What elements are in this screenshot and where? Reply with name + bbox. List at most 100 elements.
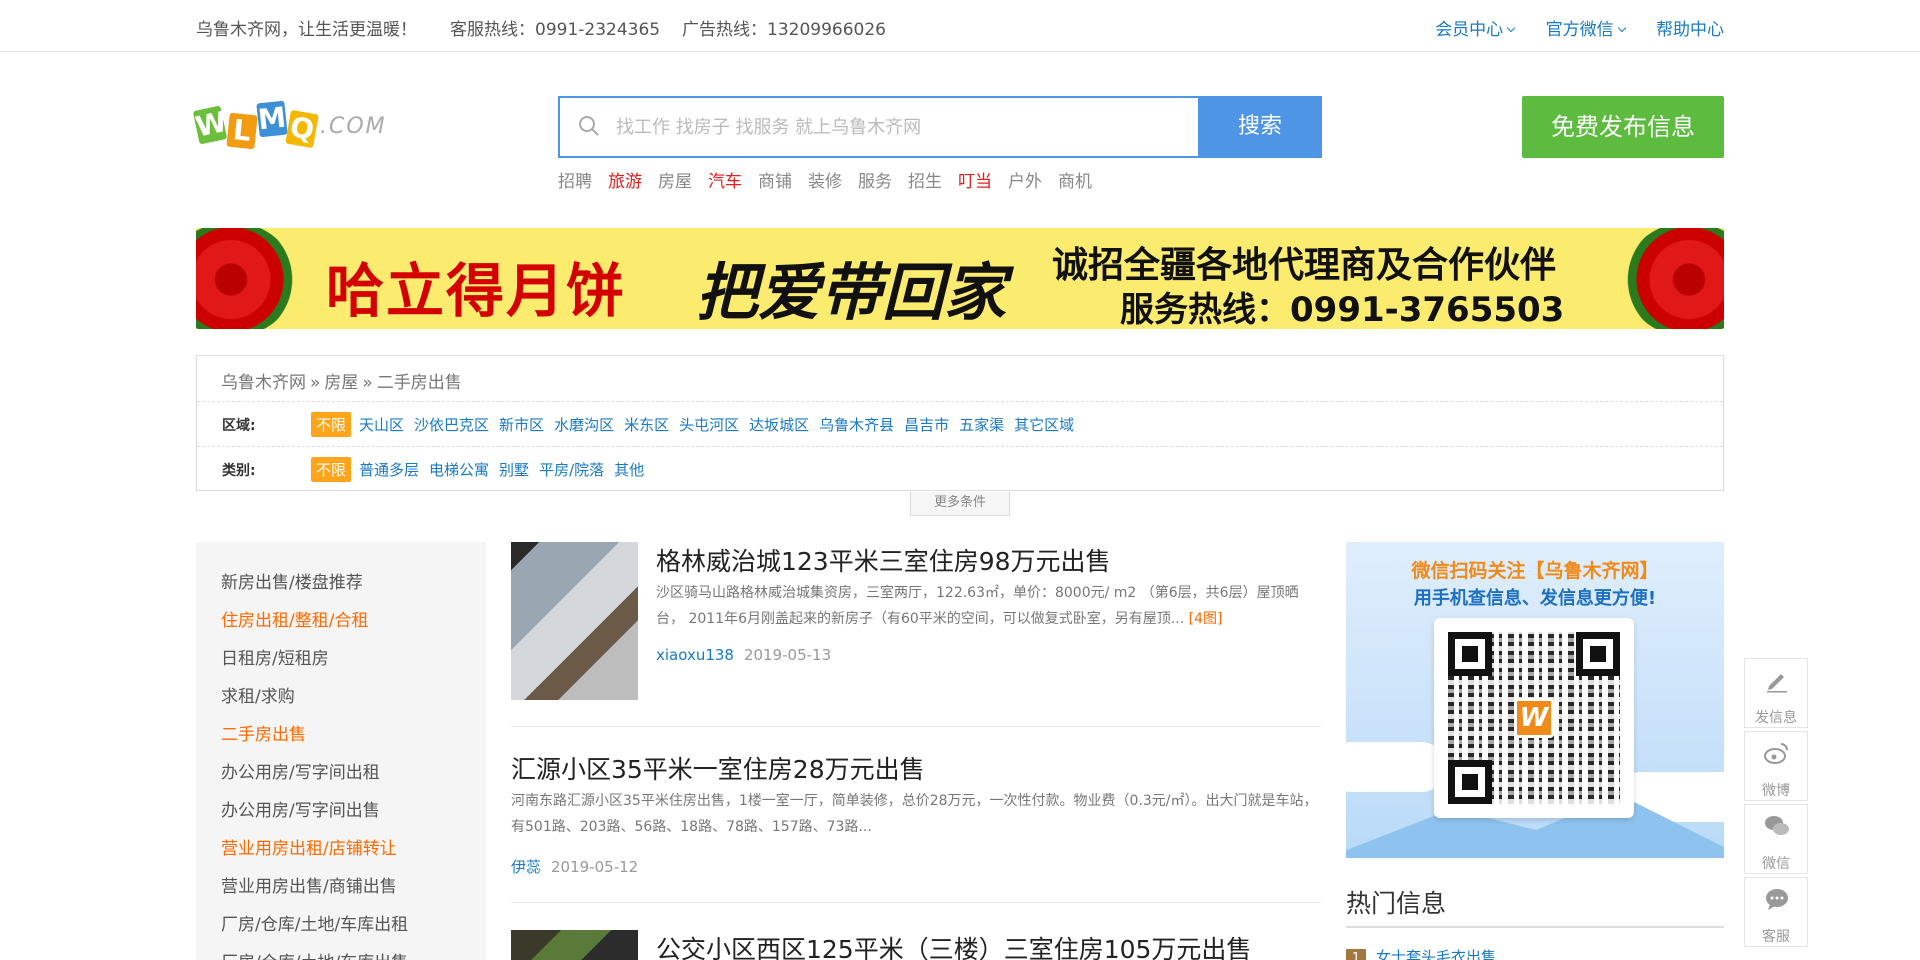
listing-item: 格林威治城123平米三室住房98万元出售 沙区骑马山路格林威治城集资房，三室两厅… — [511, 542, 1321, 727]
listing-photo-count[interactable]: [4图] — [1189, 611, 1223, 627]
category-option[interactable]: 其他 — [614, 459, 644, 480]
listing-meta: xiaoxu138 2019-05-13 — [656, 646, 831, 664]
hot-info-item: 1 女士套头毛衣出售 — [1346, 946, 1496, 960]
hot-category-link[interactable]: 商铺 — [758, 172, 792, 192]
hot-category-link[interactable]: 招聘 — [558, 172, 592, 192]
category-option[interactable]: 电梯公寓 — [429, 459, 489, 480]
region-option[interactable]: 沙依巴克区 — [414, 414, 489, 435]
sidebar-item[interactable]: 办公用房/写字间出租 — [221, 758, 380, 783]
publish-button[interactable]: 免费发布信息 — [1522, 96, 1724, 158]
hot-info-title: 热门信息 — [1346, 889, 1447, 918]
logo-letter-w: W — [192, 104, 230, 145]
region-option[interactable]: 昌吉市 — [904, 414, 949, 435]
listing-title[interactable]: 公交小区西区125平米（三楼）三室住房105万元出售 — [656, 930, 1251, 960]
site-slogan: 乌鲁木齐网，让生活更温暖！ — [196, 20, 417, 40]
hot-category-link[interactable]: 服务 — [858, 172, 892, 192]
weibo-button[interactable]: 微博 — [1744, 731, 1808, 801]
region-option[interactable]: 五家渠 — [959, 414, 1004, 435]
region-option[interactable]: 米东区 — [624, 414, 669, 435]
region-filter-label: 区域: — [222, 418, 256, 434]
logo-letter-q: Q — [285, 109, 319, 149]
category-options: 不限 普通多层 电梯公寓 别墅 平房/院落 其他 — [311, 457, 654, 482]
sidebar-item[interactable]: 办公用房/写字间出售 — [221, 796, 380, 821]
category-option[interactable]: 平房/院落 — [539, 459, 604, 480]
sidebar-item[interactable]: 厂房/仓库/土地/车库出租 — [221, 910, 408, 935]
sidebar-item-active[interactable]: 二手房出售 — [221, 720, 306, 745]
listing-title[interactable]: 汇源小区35平米一室住房28万元出售 — [511, 750, 925, 786]
listing-divider — [511, 902, 1321, 903]
hot-category-link[interactable]: 叮当 — [958, 172, 992, 192]
hot-category-link[interactable]: 装修 — [808, 172, 842, 192]
region-option[interactable]: 其它区域 — [1014, 414, 1074, 435]
region-option-selected[interactable]: 不限 — [311, 412, 352, 437]
hot-category-link[interactable]: 汽车 — [708, 172, 742, 192]
listing-description: 河南东路汇源小区35平米住房出售，1楼一室一厅，简单装修，总价28万元，一次性付… — [511, 793, 1318, 835]
customer-service-label: 客服 — [1762, 929, 1790, 945]
weibo-label: 微博 — [1762, 783, 1790, 799]
hot-info-rank: 1 — [1346, 949, 1366, 960]
sidebar-item[interactable]: 求租/求购 — [221, 682, 295, 707]
ad-banner[interactable]: 哈立得月饼 把爱带回家 诚招全疆各地代理商及合作伙伴 服务热线：0991-376… — [196, 228, 1724, 329]
breadcrumb-separator: » — [362, 373, 373, 393]
top-bar: 乌鲁木齐网，让生活更温暖！ 客服热线：0991-2324365 广告热线：132… — [0, 0, 1920, 52]
region-options: 不限 天山区 沙依巴克区 新市区 水磨沟区 米东区 头屯河区 达坂城区 乌鲁木齐县 昌吉市 五家渠其… — [311, 412, 1084, 437]
cloud-decoration — [1346, 742, 1446, 792]
site-logo[interactable]: W L M Q .COM — [192, 100, 406, 150]
search-button[interactable]: 搜索 — [1198, 96, 1322, 158]
listing-thumbnail[interactable] — [511, 930, 638, 960]
sidebar-item[interactable]: 住房出租/整租/合租 — [221, 606, 368, 631]
region-option[interactable]: 天山区 — [359, 414, 404, 435]
listing-title[interactable]: 格林威治城123平米三室住房98万元出售 — [656, 542, 1111, 578]
customer-service-button[interactable]: 客服 — [1744, 877, 1808, 947]
banner-brand: 哈立得月饼 — [326, 257, 627, 325]
listing-divider — [511, 726, 1321, 727]
region-option[interactable]: 水磨沟区 — [554, 414, 614, 435]
listing-user[interactable]: 伊蕊 — [511, 858, 541, 876]
category-option[interactable]: 普通多层 — [359, 459, 419, 480]
banner-recruit: 诚招全疆各地代理商及合作伙伴 — [1052, 245, 1557, 286]
listing-meta: 伊蕊 2019-05-12 — [511, 856, 638, 877]
sidebar-item[interactable]: 新房出售/楼盘推荐 — [221, 568, 363, 593]
region-option[interactable]: 乌鲁木齐县 — [819, 414, 894, 435]
sidebar-item[interactable]: 营业用房出租/店铺转让 — [221, 834, 397, 859]
weibo-icon — [1764, 743, 1788, 764]
hot-category-link[interactable]: 户外 — [1008, 172, 1042, 192]
wechat-button[interactable]: 微信 — [1744, 804, 1808, 874]
listing-thumbnail[interactable] — [511, 542, 638, 700]
chevron-down-icon — [1617, 23, 1626, 33]
hot-category-link[interactable]: 招生 — [908, 172, 942, 192]
wechat-qr-panel: 微信扫码关注【乌鲁木齐网】 用手机查信息、发信息更方便! W — [1346, 542, 1724, 858]
more-conditions-button[interactable]: 更多条件 — [910, 492, 1010, 516]
hot-info-link[interactable]: 女士套头毛衣出售 — [1376, 948, 1496, 960]
category-option[interactable]: 别墅 — [499, 459, 529, 480]
logo-letter-m: M — [256, 100, 288, 138]
search-input[interactable] — [616, 110, 1176, 144]
region-option[interactable]: 头屯河区 — [679, 414, 739, 435]
sidebar-item[interactable]: 营业用房出售/商铺出售 — [221, 872, 397, 897]
official-wechat-label: 官方微信 — [1545, 20, 1614, 40]
wechat-label: 微信 — [1762, 856, 1790, 872]
listing-user[interactable]: xiaoxu138 — [656, 646, 734, 664]
member-center-link[interactable]: 会员中心 — [1435, 20, 1516, 40]
region-option[interactable]: 新市区 — [499, 414, 544, 435]
category-option-selected[interactable]: 不限 — [311, 457, 352, 482]
listing-description: 沙区骑马山路格林威治城集资房，三室两厅，122.63㎡，单价：8000元/ m2… — [656, 580, 1321, 632]
official-wechat-link[interactable]: 官方微信 — [1545, 20, 1626, 40]
sidebar-item[interactable]: 厂房/仓库/土地/车库出售 — [221, 948, 408, 960]
listing-date: 2019-05-12 — [551, 858, 639, 876]
breadcrumb-home[interactable]: 乌鲁木齐网 — [221, 373, 306, 393]
filter-box: 乌鲁木齐网» 房屋» 二手房出售 区域: 不限 天山区 沙依巴克区 新市区 水磨沟区 米东区头… — [196, 355, 1724, 491]
category-filter-row: 类别: 不限 普通多层 电梯公寓 别墅 平房/院落 其他 — [197, 446, 1723, 491]
hot-category-link[interactable]: 商机 — [1058, 172, 1092, 192]
post-info-button[interactable]: 发信息 — [1744, 658, 1808, 728]
qr-logo-icon: W — [1514, 698, 1554, 738]
help-center-link[interactable]: 帮助中心 — [1656, 20, 1724, 40]
hot-category-link[interactable]: 房屋 — [658, 172, 692, 192]
hot-category-link[interactable]: 旅游 — [608, 172, 642, 192]
region-option[interactable]: 达坂城区 — [749, 414, 809, 435]
listing-item: 公交小区西区125平米（三楼）三室住房105万元出售 — [511, 930, 1321, 960]
breadcrumb-house[interactable]: 房屋 — [324, 373, 358, 393]
banner-slogan: 把爱带回家 — [696, 256, 1007, 329]
sidebar-item[interactable]: 日租房/短租房 — [221, 644, 329, 669]
listing-date: 2019-05-13 — [743, 646, 832, 664]
